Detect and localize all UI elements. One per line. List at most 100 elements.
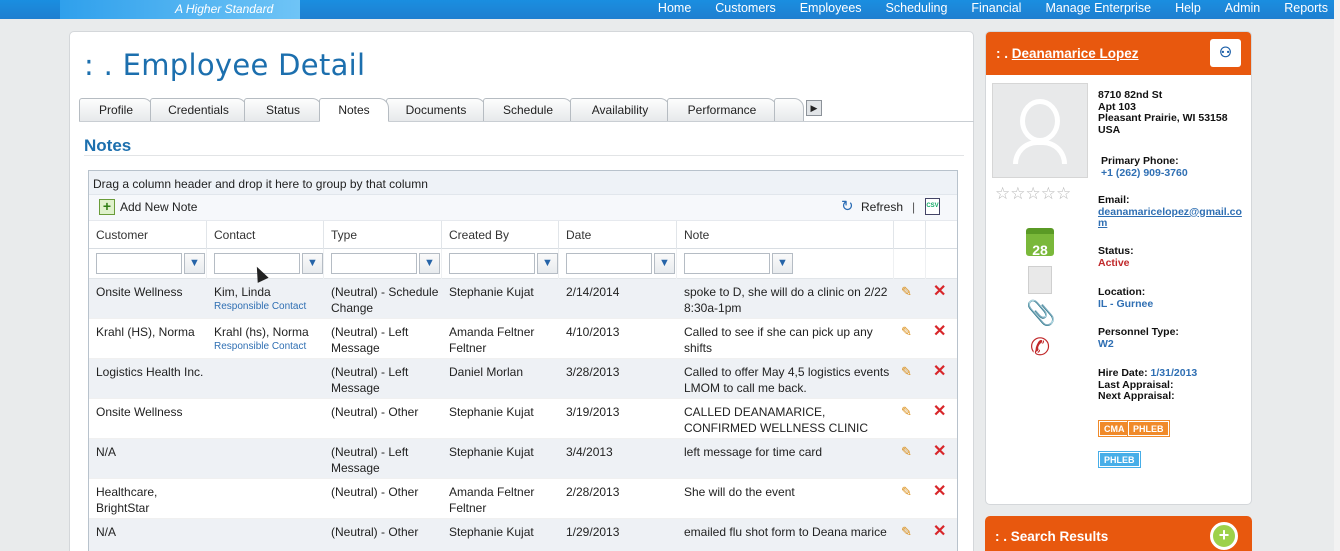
add-new-note-button[interactable]: + Add New Note bbox=[99, 199, 197, 215]
tab-profile[interactable]: Profile bbox=[79, 98, 153, 122]
personnel-block: Personnel Type: W2 bbox=[1098, 326, 1179, 350]
page-scrollbar[interactable] bbox=[1334, 0, 1340, 551]
email-link[interactable]: deanamaricelopez@gmail.com bbox=[1098, 206, 1244, 230]
delete-x-icon[interactable]: ✕ bbox=[933, 403, 946, 420]
column-header-created-by[interactable]: Created By bbox=[442, 221, 559, 249]
cell-customer: N/A bbox=[96, 445, 117, 459]
top-nav-bar: A Higher Standard Home Customers Employe… bbox=[0, 0, 1340, 19]
nav-employees[interactable]: Employees bbox=[800, 0, 862, 19]
notes-stack-icon[interactable] bbox=[1028, 266, 1052, 294]
hire-date-line: Hire Date: 1/31/2013 bbox=[1098, 367, 1197, 380]
nav-financial[interactable]: Financial bbox=[971, 0, 1021, 19]
nav-customers[interactable]: Customers bbox=[715, 0, 775, 19]
refresh-button[interactable]: ↻ Refresh bbox=[841, 199, 903, 215]
column-header-customer[interactable]: Customer bbox=[89, 221, 207, 249]
group-by-panel[interactable]: Drag a column header and drop it here to… bbox=[89, 171, 957, 195]
skill-badge: PHLEB bbox=[1127, 420, 1170, 437]
nav-home[interactable]: Home bbox=[658, 0, 691, 19]
filter-input-date[interactable] bbox=[566, 253, 652, 274]
cell-created-by: Stephanie Kujat bbox=[449, 525, 534, 539]
table-row[interactable]: N/A (Neutral) - Left Message Stephanie K… bbox=[89, 439, 957, 479]
skill-badge: PHLEB bbox=[1098, 451, 1141, 468]
filter-input-created-by[interactable] bbox=[449, 253, 535, 274]
filter-icon[interactable]: ▼ bbox=[184, 253, 205, 274]
column-header-contact[interactable]: Contact bbox=[207, 221, 324, 249]
table-row[interactable]: Krahl (HS), Norma Krahl (hs), Norma Respo… bbox=[89, 319, 957, 359]
column-header-type[interactable]: Type bbox=[324, 221, 442, 249]
delete-x-icon[interactable]: ✕ bbox=[933, 363, 946, 380]
phone-icon[interactable]: ✆ bbox=[1026, 334, 1054, 362]
calendar-icon[interactable]: 28 bbox=[1026, 228, 1054, 258]
dates-block: Hire Date: 1/31/2013 Last Appraisal: Nex… bbox=[1098, 367, 1197, 403]
section-title: Notes bbox=[84, 136, 132, 155]
table-row[interactable]: Onsite Wellness (Neutral) - Other Stepha… bbox=[89, 399, 957, 439]
pencil-icon[interactable]: ✎ bbox=[901, 364, 912, 379]
tab-performance[interactable]: Performance bbox=[667, 98, 777, 122]
tab-schedule[interactable]: Schedule bbox=[483, 98, 573, 122]
delete-x-icon[interactable]: ✕ bbox=[933, 443, 946, 460]
cell-contact: Krahl (hs), Norma Responsible Contact bbox=[207, 319, 324, 358]
pencil-icon[interactable]: ✎ bbox=[901, 404, 912, 419]
address-line: 8710 82nd St bbox=[1098, 89, 1163, 101]
grid-toolbar: + Add New Note ↻ Refresh | CSV bbox=[89, 195, 957, 221]
csv-export-icon[interactable]: CSV bbox=[925, 198, 940, 215]
rating-stars[interactable]: ☆☆☆☆☆ bbox=[995, 184, 1071, 204]
filter-icon[interactable]: ▼ bbox=[302, 253, 323, 274]
nav-reports[interactable]: Reports bbox=[1284, 0, 1328, 19]
delete-x-icon[interactable]: ✕ bbox=[933, 523, 946, 540]
delete-x-icon[interactable]: ✕ bbox=[933, 483, 946, 500]
table-row[interactable]: N/A (Neutral) - Other Stephanie Kujat 1/… bbox=[89, 519, 957, 551]
filter-input-type[interactable] bbox=[331, 253, 417, 274]
contact-role-link[interactable]: Responsible Contact bbox=[214, 340, 324, 353]
filter-icon[interactable]: ▼ bbox=[654, 253, 675, 274]
contact-role-link[interactable]: Responsible Contact bbox=[214, 300, 324, 313]
cell-delete: ✕ bbox=[926, 359, 957, 398]
paperclip-icon[interactable]: 📎 bbox=[1026, 300, 1056, 328]
tab-scroll-right-button[interactable]: ▶ bbox=[806, 100, 822, 116]
tab-documents[interactable]: Documents bbox=[386, 98, 486, 122]
id-badge-icon[interactable]: ⚇ bbox=[1210, 39, 1241, 67]
cell-date: 3/28/2013 bbox=[566, 365, 620, 379]
table-row[interactable]: Logistics Health Inc. (Neutral) - Left M… bbox=[89, 359, 957, 399]
tab-overflow[interactable] bbox=[774, 98, 804, 122]
pencil-icon[interactable]: ✎ bbox=[901, 524, 912, 539]
employee-name-link[interactable]: Deanamarice Lopez bbox=[1012, 46, 1139, 61]
tab-availability[interactable]: Availability bbox=[570, 98, 670, 122]
tab-notes[interactable]: Notes bbox=[319, 98, 389, 122]
avatar-body-shape bbox=[1013, 140, 1067, 164]
nav-help[interactable]: Help bbox=[1175, 0, 1201, 19]
cell-type: (Neutral) - Other bbox=[331, 485, 419, 499]
add-icon: + bbox=[99, 199, 115, 215]
column-header-date[interactable]: Date bbox=[559, 221, 677, 249]
pencil-icon[interactable]: ✎ bbox=[901, 284, 912, 299]
table-row[interactable]: Onsite Wellness Kim, Linda Responsible Co… bbox=[89, 279, 957, 319]
filter-icon[interactable]: ▼ bbox=[419, 253, 440, 274]
pencil-icon[interactable]: ✎ bbox=[901, 484, 912, 499]
filter-input-note[interactable] bbox=[684, 253, 770, 274]
pencil-icon[interactable]: ✎ bbox=[901, 324, 912, 339]
filter-cell-empty bbox=[894, 249, 926, 279]
section-divider bbox=[84, 155, 964, 156]
pencil-icon[interactable]: ✎ bbox=[901, 444, 912, 459]
table-row[interactable]: Healthcare, BrightStar (Neutral) - Other… bbox=[89, 479, 957, 519]
nav-admin[interactable]: Admin bbox=[1225, 0, 1260, 19]
toolbar-separator: | bbox=[912, 200, 916, 214]
filter-icon[interactable]: ▼ bbox=[537, 253, 558, 274]
main-menu: Home Customers Employees Scheduling Fina… bbox=[658, 0, 1340, 19]
column-header-note[interactable]: Note bbox=[677, 221, 894, 249]
filter-icon[interactable]: ▼ bbox=[772, 253, 793, 274]
cell-date: 2/28/2013 bbox=[566, 485, 620, 499]
nav-scheduling[interactable]: Scheduling bbox=[886, 0, 948, 19]
delete-x-icon[interactable]: ✕ bbox=[933, 323, 946, 340]
phone-value[interactable]: +1 (262) 909-3760 bbox=[1101, 167, 1188, 180]
nav-manage-enterprise[interactable]: Manage Enterprise bbox=[1045, 0, 1151, 19]
cell-delete: ✕ bbox=[926, 519, 957, 551]
tab-status[interactable]: Status bbox=[244, 98, 322, 122]
cell-note: left message for time card bbox=[684, 445, 823, 459]
cell-type: (Neutral) - Left Message bbox=[331, 365, 409, 395]
tab-credentials[interactable]: Credentials bbox=[150, 98, 247, 122]
cell-contact: Kim, Linda Responsible Contact bbox=[207, 279, 324, 318]
search-icon[interactable]: + bbox=[1210, 522, 1238, 550]
delete-x-icon[interactable]: ✕ bbox=[933, 283, 946, 300]
filter-input-customer[interactable] bbox=[96, 253, 182, 274]
